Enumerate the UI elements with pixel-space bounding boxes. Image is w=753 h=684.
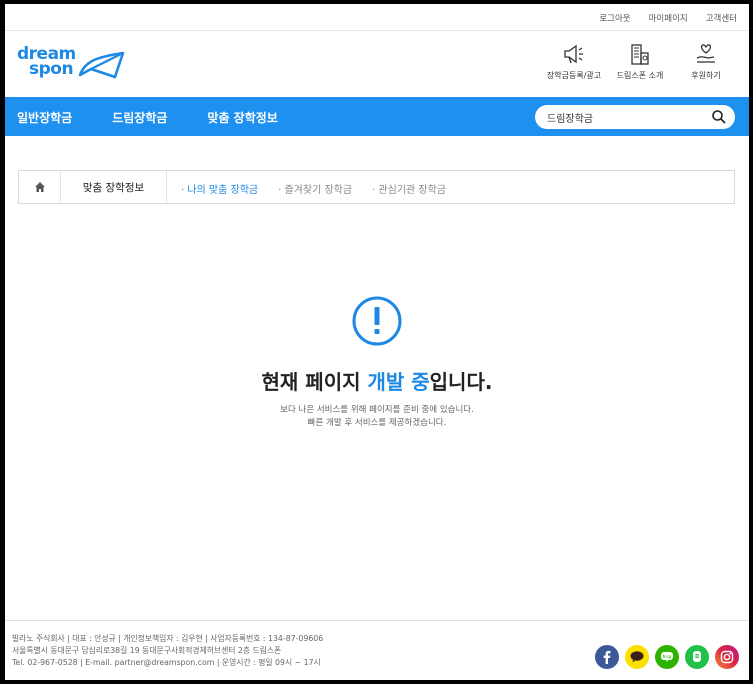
nav-general-scholarship[interactable]: 일반장학금: [17, 109, 72, 126]
nav-custom-info[interactable]: 맞춤 장학정보: [207, 109, 277, 126]
logo[interactable]: dream spon: [17, 46, 127, 83]
desc-line2: 빠른 개발 후 서비스를 제공하겠습니다.: [307, 418, 447, 428]
footer-contact: Tel. 02-967-0528 | E-mail. partner@dream…: [12, 658, 321, 667]
search-input[interactable]: [535, 111, 705, 123]
logo-plane-icon: [78, 51, 125, 79]
sub-my-custom[interactable]: · 나의 맞춤 장학금: [181, 181, 258, 196]
nav-dream-scholarship[interactable]: 드림장학금: [112, 109, 167, 126]
breadcrumb-current[interactable]: 맞춤 장학정보: [61, 171, 167, 203]
header: dream spon 장학금등록/광고 드림스폰 소개 후원하기: [5, 32, 749, 97]
quick-ad-register[interactable]: 장학금등록/광고: [541, 42, 607, 81]
sub-interest-org[interactable]: · 관심기관 장학금: [372, 181, 446, 196]
quick-label: 드림스폰 소개: [616, 71, 664, 80]
svg-text:blog: blog: [663, 654, 672, 659]
page-frame: 로그아웃 마이페이지 고객센터 dream spon 장학금등록/광고 드림스폰…: [5, 4, 749, 680]
building-icon: [631, 44, 649, 65]
logout-link[interactable]: 로그아웃: [599, 12, 630, 24]
sub-favorites[interactable]: · 즐겨찾기 장학금: [278, 181, 352, 196]
mypage-link[interactable]: 마이페이지: [649, 12, 688, 24]
notice-description: 보다 나은 서비스를 위해 페이지를 준비 중에 있습니다. 빠른 개발 후 서…: [5, 404, 749, 430]
footer-address: 서울특별시 동대문구 답십리로38길 19 동대문구사회적경제허브센터 2층 드…: [12, 646, 282, 655]
title-highlight: 개발 중: [367, 370, 430, 394]
quick-about[interactable]: 드림스폰 소개: [607, 42, 673, 81]
heart-hand-icon: [696, 44, 715, 63]
home-button[interactable]: [19, 171, 61, 203]
quick-donate[interactable]: 후원하기: [673, 42, 739, 81]
search-box: [535, 105, 735, 129]
title-post: 입니다.: [429, 370, 493, 394]
quick-label: 후원하기: [691, 71, 721, 80]
exclamation-icon: [352, 296, 402, 346]
footer: 빌라노 주식회사 | 대표 : 안성규 | 개인정보책임자 : 김우현 | 사업…: [5, 620, 749, 680]
search-icon[interactable]: [711, 109, 727, 125]
instagram-icon[interactable]: [715, 645, 739, 669]
utility-bar: 로그아웃 마이페이지 고객센터: [5, 4, 749, 31]
facebook-icon[interactable]: [595, 645, 619, 669]
breadcrumb: 맞춤 장학정보 · 나의 맞춤 장학금 · 즐겨찾기 장학금 · 관심기관 장학…: [18, 170, 735, 204]
title-pre: 현재 페이지: [261, 370, 368, 394]
footer-company: 빌라노 주식회사 | 대표 : 안성규 | 개인정보책임자 : 김우현 | 사업…: [12, 634, 324, 643]
kakaotalk-icon[interactable]: [625, 645, 649, 669]
home-icon: [34, 182, 45, 192]
blog-icon[interactable]: blog: [655, 645, 679, 669]
main-nav: 일반장학금 드림장학금 맞춤 장학정보: [5, 97, 749, 136]
quick-label: 장학금등록/광고: [546, 71, 602, 80]
band-icon[interactable]: [685, 645, 709, 669]
desc-line1: 보다 나은 서비스를 위해 페이지를 준비 중에 있습니다.: [280, 405, 474, 415]
page-title: 현재 페이지 개발 중입니다.: [5, 366, 749, 395]
megaphone-icon: [564, 44, 583, 64]
customer-center-link[interactable]: 고객센터: [706, 12, 737, 24]
